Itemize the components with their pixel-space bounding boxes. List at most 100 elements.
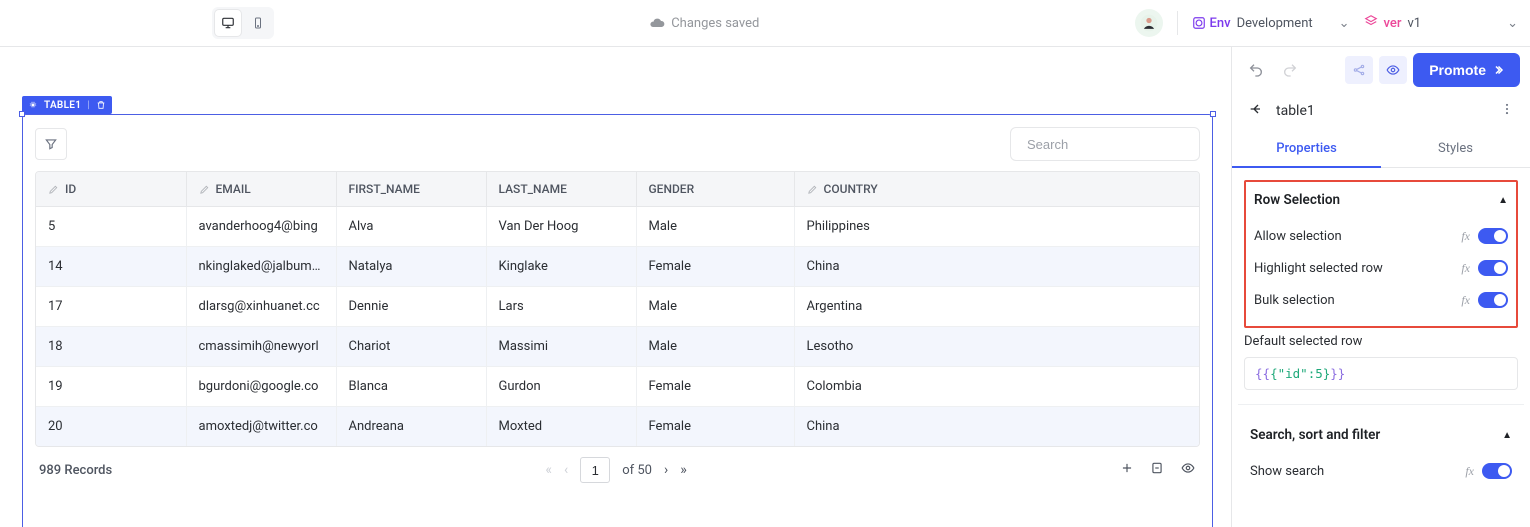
cell-first_name[interactable]: Dennie (336, 287, 486, 327)
cell-email[interactable]: cmassimih@newyorl (186, 327, 336, 367)
cell-last_name[interactable]: Gurdon (486, 367, 636, 407)
table-row[interactable]: 14nkinglaked@jalbum.netNatalyaKinglakeFe… (36, 247, 1199, 287)
resize-handle[interactable] (19, 111, 25, 117)
table-footer: 989 Records « ‹ of 50 › » (35, 447, 1200, 483)
eye-icon (1180, 461, 1196, 475)
column-header-country[interactable]: COUNTRY (794, 172, 1199, 207)
cell-id[interactable]: 20 (36, 407, 186, 447)
cell-gender[interactable]: Female (636, 367, 794, 407)
first-page-button[interactable]: « (545, 462, 552, 478)
cell-first_name[interactable]: Chariot (336, 327, 486, 367)
cell-id[interactable]: 14 (36, 247, 186, 287)
table-row[interactable]: 17dlarsg@xinhuanet.ccDennieLarsMaleArgen… (36, 287, 1199, 327)
filter-button[interactable] (35, 128, 67, 160)
highlight-row-toggle[interactable] (1478, 260, 1508, 276)
default-row-input[interactable]: {{{"id":5}}} (1244, 357, 1518, 390)
cell-first_name[interactable]: Alva (336, 207, 486, 247)
fx-button[interactable]: fx (1461, 261, 1470, 276)
cell-gender[interactable]: Female (636, 247, 794, 287)
promote-button[interactable]: Promote (1413, 53, 1520, 87)
mobile-device-button[interactable] (245, 10, 271, 36)
avatar[interactable] (1135, 9, 1163, 37)
version-selector[interactable]: ver v1 ⌄ (1364, 14, 1518, 32)
more-menu-button[interactable] (1500, 102, 1514, 120)
share-button[interactable] (1345, 56, 1373, 84)
download-button[interactable] (1150, 461, 1164, 479)
column-header-email[interactable]: EMAIL (186, 172, 336, 207)
cell-first_name[interactable]: Andreana (336, 407, 486, 447)
cell-email[interactable]: avanderhoog4@bing (186, 207, 336, 247)
cell-gender[interactable]: Male (636, 327, 794, 367)
ver-prefix: ver (1384, 16, 1402, 31)
cell-last_name[interactable]: Lars (486, 287, 636, 327)
cloud-icon (649, 15, 665, 31)
component-tag[interactable]: TABLE1 | (22, 96, 112, 114)
prev-page-button[interactable]: ‹ (564, 462, 568, 478)
cell-email[interactable]: dlarsg@xinhuanet.cc (186, 287, 336, 327)
page-input[interactable] (580, 457, 610, 483)
collapse-toggle[interactable]: ▲ (1498, 195, 1508, 206)
records-count: 989 Records (39, 463, 112, 478)
cell-country[interactable]: Argentina (794, 287, 1199, 327)
cell-email[interactable]: bgurdoni@google.co (186, 367, 336, 407)
cell-gender[interactable]: Female (636, 407, 794, 447)
bulk-selection-toggle[interactable] (1478, 292, 1508, 308)
column-header-first_name[interactable]: FIRST_NAME (336, 172, 486, 207)
arrow-left-icon (1248, 101, 1264, 117)
fx-button[interactable]: fx (1461, 229, 1470, 244)
cell-id[interactable]: 17 (36, 287, 186, 327)
show-search-toggle[interactable] (1482, 463, 1512, 479)
cell-last_name[interactable]: Kinglake (486, 247, 636, 287)
search-input[interactable] (1027, 137, 1203, 152)
cell-first_name[interactable]: Blanca (336, 367, 486, 407)
desktop-device-button[interactable] (215, 10, 241, 36)
table-row[interactable]: 20amoxtedj@twitter.coAndreanaMoxtedFemal… (36, 407, 1199, 447)
mobile-icon (252, 16, 264, 30)
cell-id[interactable]: 19 (36, 367, 186, 407)
cell-id[interactable]: 5 (36, 207, 186, 247)
back-button[interactable] (1248, 101, 1264, 121)
footer-actions (1120, 461, 1196, 479)
undo-button[interactable] (1242, 56, 1270, 84)
cell-gender[interactable]: Male (636, 207, 794, 247)
cell-country[interactable]: Lesotho (794, 327, 1199, 367)
cell-email[interactable]: nkinglaked@jalbum.net (186, 247, 336, 287)
collapse-toggle[interactable]: ▲ (1502, 430, 1512, 441)
tab-styles[interactable]: Styles (1381, 131, 1530, 168)
table-row[interactable]: 5avanderhoog4@bingAlvaVan Der HoogMalePh… (36, 207, 1199, 247)
cell-last_name[interactable]: Van Der Hoog (486, 207, 636, 247)
table-row[interactable]: 19bgurdoni@google.coBlancaGurdonFemaleCo… (36, 367, 1199, 407)
allow-selection-toggle[interactable] (1478, 228, 1508, 244)
add-row-button[interactable] (1120, 461, 1134, 479)
cell-last_name[interactable]: Massimi (486, 327, 636, 367)
column-header-last_name[interactable]: LAST_NAME (486, 172, 636, 207)
cell-country[interactable]: China (794, 407, 1199, 447)
cell-country[interactable]: China (794, 247, 1199, 287)
monitor-icon (221, 16, 235, 30)
highlight-row-label: Highlight selected row (1254, 261, 1383, 276)
redo-button[interactable] (1276, 56, 1304, 84)
fx-button[interactable]: fx (1461, 293, 1470, 308)
cell-country[interactable]: Colombia (794, 367, 1199, 407)
preview-button[interactable] (1379, 56, 1407, 84)
trash-icon[interactable] (96, 100, 106, 110)
cell-first_name[interactable]: Natalya (336, 247, 486, 287)
cell-id[interactable]: 18 (36, 327, 186, 367)
last-page-button[interactable]: » (680, 462, 687, 478)
cell-gender[interactable]: Male (636, 287, 794, 327)
show-search-label: Show search (1250, 464, 1324, 479)
visibility-button[interactable] (1180, 461, 1196, 479)
cell-country[interactable]: Philippines (794, 207, 1199, 247)
env-selector[interactable]: Env Development ⌄ (1192, 16, 1350, 31)
next-page-button[interactable]: › (664, 462, 668, 478)
table-row[interactable]: 18cmassimih@newyorlChariotMassimiMaleLes… (36, 327, 1199, 367)
fx-button[interactable]: fx (1465, 464, 1474, 479)
search-box[interactable] (1010, 127, 1200, 161)
resize-handle[interactable] (1210, 111, 1216, 117)
tab-properties[interactable]: Properties (1232, 131, 1381, 168)
table-component[interactable]: IDEMAILFIRST_NAMELAST_NAMEGENDERCOUNTRY … (22, 114, 1213, 527)
column-header-gender[interactable]: GENDER (636, 172, 794, 207)
cell-email[interactable]: amoxtedj@twitter.co (186, 407, 336, 447)
column-header-id[interactable]: ID (36, 172, 186, 207)
cell-last_name[interactable]: Moxted (486, 407, 636, 447)
